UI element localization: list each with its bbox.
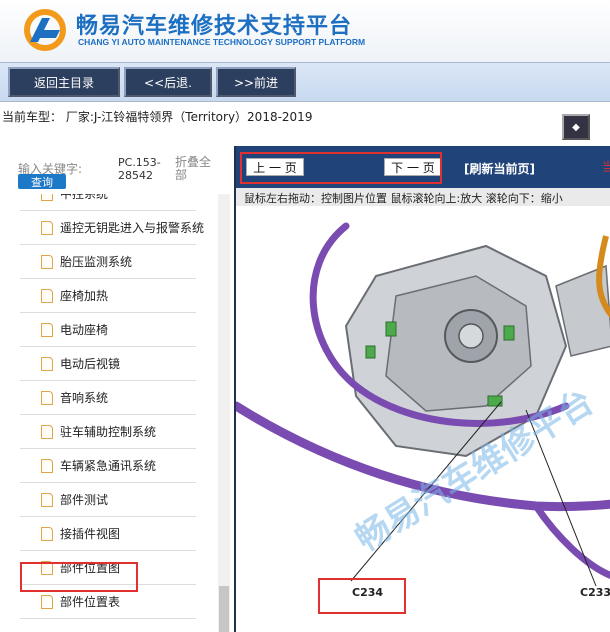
- tree-item[interactable]: 胎压监测系统: [20, 245, 196, 279]
- document-icon: [41, 492, 53, 507]
- query-button[interactable]: 查询: [18, 174, 66, 189]
- document-icon: [41, 288, 53, 303]
- pc-code: PC.153-28542: [118, 156, 161, 182]
- tree-item[interactable]: 座椅加热: [20, 279, 196, 313]
- mouse-hint: 鼠标左右拖动：控制图片位置 鼠标滚轮向上:放大 滚轮向下：缩小: [236, 188, 610, 206]
- nav-highlight-box: [240, 152, 442, 184]
- callout-c233: C233: [580, 586, 610, 599]
- document-icon: [41, 220, 53, 235]
- document-icon: [41, 356, 53, 371]
- panel-toggle-button[interactable]: ◆: [562, 114, 590, 140]
- document-icon: [41, 254, 53, 269]
- document-icon: [41, 390, 53, 405]
- catalog-panel: 输入关键字: 查询 PC.153-28542 折叠全部 中控系统 遥控无钥匙进入…: [0, 146, 232, 632]
- back-button[interactable]: <<后退.: [124, 67, 212, 97]
- forward-button[interactable]: >>前进: [216, 67, 296, 97]
- platform-logo-icon: [24, 9, 66, 51]
- diamond-icon: ◆: [572, 121, 580, 133]
- tree-item[interactable]: 音响系统: [20, 381, 196, 415]
- home-button[interactable]: 返回主目录: [8, 67, 120, 97]
- main-toolbar: 返回主目录 <<后退. >>前进: [0, 62, 610, 102]
- document-icon: [41, 458, 53, 473]
- tree-item[interactable]: 中控系统: [20, 194, 196, 211]
- platform-title: 畅易汽车维修技术支持平台: [76, 14, 353, 39]
- tree-item[interactable]: 车辆紧急通讯系统: [20, 449, 196, 483]
- document-icon: [41, 526, 53, 541]
- overflow-text: 当: [602, 158, 610, 175]
- scrollbar-thumb[interactable]: [219, 586, 229, 632]
- tree-item[interactable]: 驻车辅助控制系统: [20, 415, 196, 449]
- tree-item[interactable]: 遥控无钥匙进入与报警系统: [20, 211, 204, 245]
- header-banner: 畅易汽车维修技术支持平台 CHANG YI AUTO MAINTENANCE T…: [0, 0, 610, 62]
- platform-subtitle: CHANG YI AUTO MAINTENANCE TECHNOLOGY SUP…: [78, 37, 366, 47]
- diagram-viewer: 上 一 页 下 一 页 [刷新当前页] 当 鼠标左右拖动：控制图片位置 鼠标滚轮…: [234, 146, 610, 632]
- tree-item[interactable]: 电动后视镜: [20, 347, 196, 381]
- selection-highlight-box: [20, 562, 138, 592]
- transmission-illustration: 畅易汽车维修平台: [236, 222, 610, 587]
- document-icon: [41, 594, 53, 609]
- refresh-page-link[interactable]: [刷新当前页]: [464, 160, 535, 177]
- document-icon: [41, 322, 53, 337]
- vehicle-bar: 当前车型： 厂家:J-江铃福特领界（Territory）2018-2019 ◆: [0, 106, 610, 146]
- tree-item[interactable]: 电动座椅: [20, 313, 196, 347]
- component-diagram[interactable]: 畅易汽车维修平台 C234 C233: [236, 206, 610, 632]
- current-vehicle: 当前车型： 厂家:J-江铃福特领界（Territory）2018-2019: [2, 110, 313, 124]
- catalog-tree: 中控系统 遥控无钥匙进入与报警系统 胎压监测系统 座椅加热 电动座椅 电动后视镜: [0, 194, 220, 632]
- document-icon: [41, 194, 53, 201]
- tree-item[interactable]: 接插件视图: [20, 517, 196, 551]
- tree-scrollbar[interactable]: [218, 194, 230, 632]
- document-icon: [41, 424, 53, 439]
- viewer-nav-bar: 上 一 页 下 一 页 [刷新当前页] 当: [236, 146, 610, 188]
- collapse-all-link[interactable]: 折叠全部: [175, 156, 215, 182]
- tree-item[interactable]: 部件测试: [20, 483, 196, 517]
- callout-highlight-box: [318, 578, 406, 614]
